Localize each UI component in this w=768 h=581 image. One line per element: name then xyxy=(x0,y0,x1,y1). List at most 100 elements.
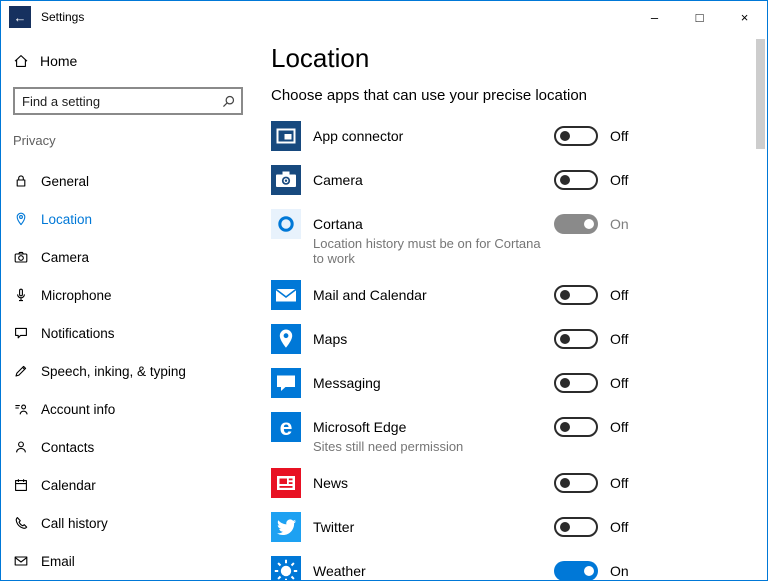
sidebar-item-label: Speech, inking, & typing xyxy=(41,363,186,379)
app-row-mail-and-calendar: Mail and Calendar Off xyxy=(271,280,767,310)
toggle-state-label: Off xyxy=(610,128,629,144)
cortana-toggle xyxy=(554,214,598,234)
app-name: Twitter xyxy=(313,519,355,535)
toggle-state-label: Off xyxy=(610,331,629,347)
toggle-wrap: Off xyxy=(554,285,628,305)
weather-toggle[interactable] xyxy=(554,561,598,580)
window-controls: – □ × xyxy=(632,1,767,33)
mail-tile-icon xyxy=(271,280,301,310)
app-row-camera: Camera Off xyxy=(271,165,767,195)
app-name: Microsoft Edge xyxy=(313,419,407,435)
messaging-tile-icon xyxy=(271,368,301,398)
messaging-toggle[interactable] xyxy=(554,373,598,393)
pen-icon xyxy=(13,363,29,379)
sidebar-item-contacts[interactable]: Contacts xyxy=(1,428,255,466)
app-row-app-connector: App connector Off xyxy=(271,121,767,151)
page-subtitle: Choose apps that can use your precise lo… xyxy=(271,87,588,104)
news-tile-icon xyxy=(271,468,301,498)
maps-toggle[interactable] xyxy=(554,329,598,349)
toggle-wrap: Off xyxy=(554,170,628,190)
sidebar-item-speech[interactable]: Speech, inking, & typing xyxy=(1,352,255,390)
sidebar-item-label: Notifications xyxy=(41,325,115,341)
sidebar-home-label: Home xyxy=(40,53,78,69)
person-icon xyxy=(13,439,29,455)
sidebar-item-label: Email xyxy=(41,553,75,569)
sidebar-item-label: Location xyxy=(41,211,93,227)
app-name: Weather xyxy=(313,563,366,579)
app-row-cortana: Cortana Location history must be on for … xyxy=(271,209,767,266)
app-info: App connector xyxy=(301,121,554,146)
app-row-messaging: Messaging Off xyxy=(271,368,767,398)
privacy-section-label: Privacy xyxy=(13,133,56,148)
toggle-state-label: Off xyxy=(610,375,629,391)
app-name: Messaging xyxy=(313,375,381,391)
sidebar-item-label: Contacts xyxy=(41,439,95,455)
app-name: Mail and Calendar xyxy=(313,287,427,303)
camera-toggle[interactable] xyxy=(554,170,598,190)
camera-icon xyxy=(13,249,29,265)
app-info: Maps xyxy=(301,324,554,349)
toggle-state-label: Off xyxy=(610,475,629,491)
window-title: Settings xyxy=(41,10,85,24)
titlebar: ← Settings – □ × xyxy=(1,1,767,33)
toggle-state-label: On xyxy=(610,216,629,232)
sidebar-item-label: Account info xyxy=(41,401,116,417)
twitter-bird-icon xyxy=(271,512,301,542)
sidebar-item-label: Microphone xyxy=(41,287,112,303)
camera-tile-icon xyxy=(271,165,301,195)
sidebar-item-microphone[interactable]: Microphone xyxy=(1,276,255,314)
account-info-icon xyxy=(13,401,29,417)
sidebar-item-location[interactable]: Location xyxy=(1,200,255,238)
calendar-icon xyxy=(13,477,29,493)
toggle-state-label: Off xyxy=(610,287,629,303)
sidebar-item-label: Call history xyxy=(41,515,108,531)
sidebar-item-label: General xyxy=(41,173,90,189)
toggle-wrap: Off xyxy=(554,473,628,493)
app-connector-toggle[interactable] xyxy=(554,126,598,146)
app-row-maps: Maps Off xyxy=(271,324,767,354)
back-button[interactable]: ← xyxy=(9,6,31,28)
scrollbar[interactable] xyxy=(756,39,765,149)
app-info: Cortana Location history must be on for … xyxy=(301,209,554,266)
toggle-wrap: Off xyxy=(554,417,628,437)
minimize-button[interactable]: – xyxy=(632,1,677,33)
app-name: Maps xyxy=(313,331,348,347)
app-body: Home Privacy General xyxy=(1,33,767,580)
maps-tile-icon xyxy=(271,324,301,354)
app-permission-list: App connector Off Camera Off Cortana Loc… xyxy=(271,121,767,580)
app-info: Twitter xyxy=(301,512,554,537)
sidebar: Home Privacy General xyxy=(1,33,255,580)
sidebar-item-calendar[interactable]: Calendar xyxy=(1,466,255,504)
toggle-state-label: Off xyxy=(610,419,629,435)
sidebar-item-home[interactable]: Home xyxy=(1,43,255,79)
sidebar-item-email[interactable]: Email xyxy=(1,542,255,580)
toggle-wrap: On xyxy=(554,214,629,234)
sidebar-item-notifications[interactable]: Notifications xyxy=(1,314,255,352)
home-icon xyxy=(13,53,29,69)
search-icon[interactable] xyxy=(215,94,241,109)
edge-letter-glyph: e xyxy=(279,414,293,440)
app-info: News xyxy=(301,468,554,493)
sidebar-item-call-history[interactable]: Call history xyxy=(1,504,255,542)
notifications-icon xyxy=(13,325,29,341)
toggle-wrap: Off xyxy=(554,329,628,349)
close-button[interactable]: × xyxy=(722,1,767,33)
sidebar-item-general[interactable]: General xyxy=(1,162,255,200)
lock-icon xyxy=(13,173,29,189)
sidebar-item-account-info[interactable]: Account info xyxy=(1,390,255,428)
sidebar-item-camera[interactable]: Camera xyxy=(1,238,255,276)
search-input[interactable] xyxy=(15,89,215,113)
microphone-icon xyxy=(13,287,29,303)
app-row-weather: Weather On xyxy=(271,556,767,580)
twitter-toggle[interactable] xyxy=(554,517,598,537)
app-info: Messaging xyxy=(301,368,554,393)
app-connector-tile-icon xyxy=(271,121,301,151)
news-toggle[interactable] xyxy=(554,473,598,493)
mail-and-calendar-toggle[interactable] xyxy=(554,285,598,305)
app-name: News xyxy=(313,475,349,491)
maximize-button[interactable]: □ xyxy=(677,1,722,33)
microsoft-edge-toggle[interactable] xyxy=(554,417,598,437)
app-name: App connector xyxy=(313,128,404,144)
toggle-wrap: On xyxy=(554,561,629,580)
app-row-news: News Off xyxy=(271,468,767,498)
